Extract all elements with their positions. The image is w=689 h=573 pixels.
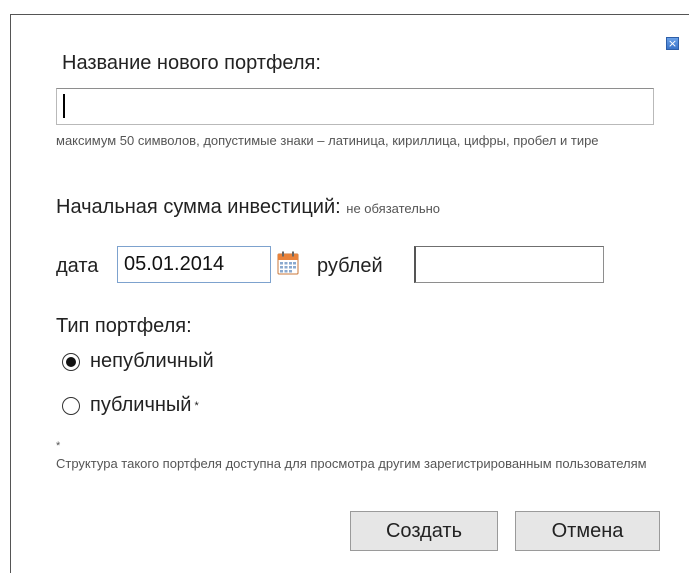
calendar-icon[interactable] — [277, 251, 299, 275]
create-button[interactable]: Создать — [350, 511, 498, 551]
radio-private-label: непубличный — [90, 350, 214, 372]
portfolio-name-label: Название нового портфеля: — [62, 52, 321, 74]
rubles-input[interactable] — [414, 246, 604, 283]
radio-private-button[interactable] — [62, 352, 80, 371]
initial-investment-text: Начальная сумма инвестиций: — [56, 196, 341, 218]
footnote-text: Структура такого портфеля доступна для п… — [56, 456, 647, 471]
cancel-button[interactable]: Отмена — [515, 511, 660, 551]
portfolio-name-hint: максимум 50 символов, допустимые знаки –… — [56, 133, 599, 148]
date-input[interactable] — [117, 246, 271, 283]
radio-public-footnote-marker: * — [194, 399, 199, 412]
rubles-label: рублей — [317, 255, 383, 277]
date-label: дата — [56, 255, 99, 277]
radio-public[interactable]: публичный * — [62, 394, 199, 417]
portfolio-type-label: Тип портфеля: — [56, 315, 192, 337]
radio-public-button[interactable] — [62, 396, 80, 415]
close-icon[interactable]: × — [666, 37, 679, 50]
initial-investment-label: Начальная сумма инвестиций: не обязатель… — [56, 196, 440, 219]
optional-note: не обязательно — [346, 201, 440, 216]
radio-public-label: публичный — [90, 394, 192, 416]
text-caret — [63, 94, 65, 118]
portfolio-name-input[interactable] — [56, 88, 654, 125]
radio-private[interactable]: непубличный — [62, 350, 214, 373]
footnote-marker: * — [56, 440, 61, 452]
